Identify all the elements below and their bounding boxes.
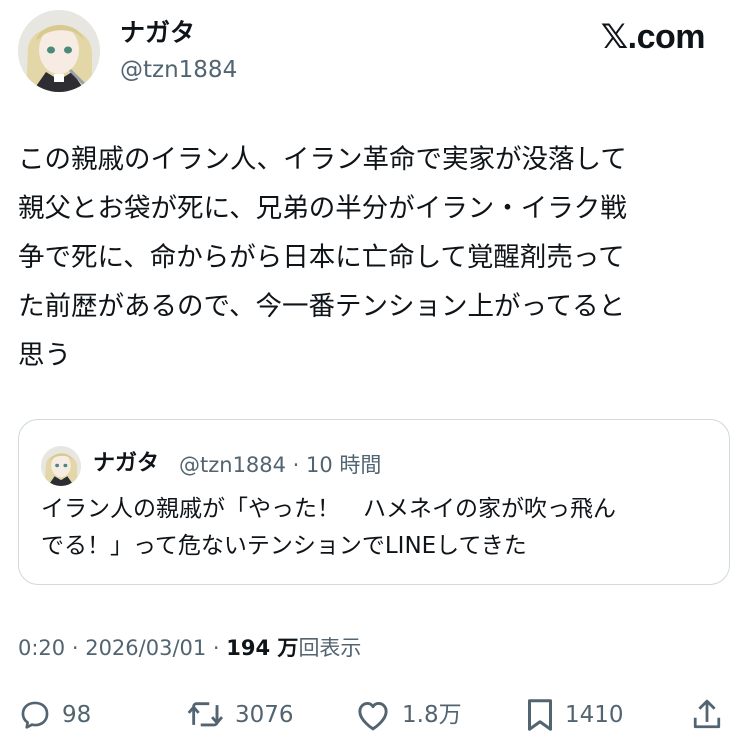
tweet-date[interactable]: 2026/03/01: [85, 636, 206, 660]
view-count: 194 万: [226, 636, 299, 660]
heart-icon: [358, 701, 388, 731]
reply-count: 98: [62, 702, 92, 728]
tweet-meta: 0:20 · 2026/03/01 · 194 万回表示: [18, 633, 361, 663]
meta-separator: ·: [65, 636, 86, 660]
bookmark-button[interactable]: 1410: [525, 693, 624, 737]
avatar[interactable]: [18, 10, 100, 92]
view-label: 回表示: [298, 636, 362, 660]
retweet-button[interactable]: 3076: [185, 693, 294, 737]
tweet-time[interactable]: 0:20: [18, 636, 65, 660]
quoted-tweet-text: イラン人の親戚が「やった！ ハメネイの家が吹っ飛ん でる！」って危ないテンション…: [41, 496, 616, 559]
action-bar: 98 3076 1.8万 1410: [0, 693, 749, 737]
like-button[interactable]: 1.8万: [354, 693, 462, 737]
quoted-handle-time: @tzn1884 · 10 時間: [179, 453, 382, 477]
meta-separator-2: ·: [206, 636, 227, 660]
quoted-tweet-card[interactable]: ナガタ @tzn1884 · 10 時間 イラン人の親戚が「やった！ ハメネイの…: [18, 419, 730, 585]
retweet-icon: [187, 702, 224, 727]
avatar-image: [18, 10, 100, 92]
reply-button[interactable]: 98: [18, 693, 91, 737]
share-icon: [693, 699, 721, 729]
tweet-header: ナガタ @tzn1884 𝕏.com: [0, 0, 749, 100]
display-name[interactable]: ナガタ: [120, 17, 195, 49]
quoted-avatar-image: [41, 446, 81, 486]
site-logo-label: 𝕏.com: [600, 18, 706, 56]
user-handle[interactable]: @tzn1884: [120, 55, 237, 85]
reply-icon: [21, 701, 49, 729]
tweet-text: この親戚のイラン人、イラン革命で実家が没落して 親父とお袋が死に、兄弟の半分がイ…: [18, 144, 627, 371]
quoted-avatar: [41, 446, 81, 486]
retweet-count: 3076: [235, 702, 294, 728]
bookmark-icon: [528, 699, 552, 731]
quoted-display-name: ナガタ: [93, 451, 160, 476]
share-button[interactable]: [690, 693, 724, 737]
bookmark-count: 1410: [565, 702, 624, 728]
like-count: 1.8万: [402, 702, 462, 728]
